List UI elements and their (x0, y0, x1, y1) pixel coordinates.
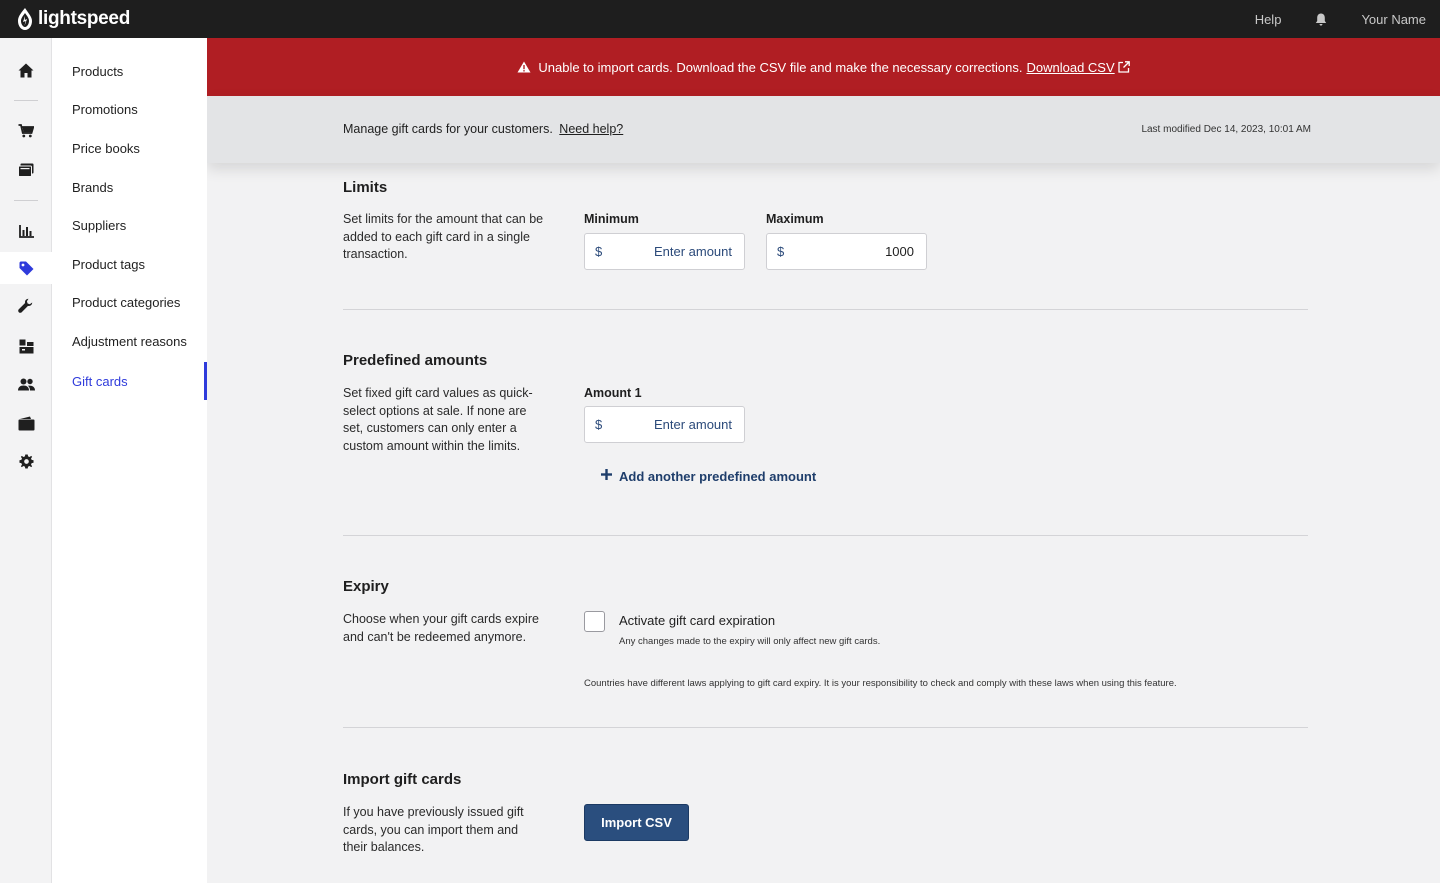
register-icon[interactable] (0, 154, 52, 186)
wallet-icon[interactable] (0, 407, 52, 439)
expiry-description: Choose when your gift cards expire and c… (343, 612, 539, 644)
manage-text: Manage gift cards for your customers. (343, 122, 553, 136)
wrench-icon[interactable] (0, 290, 52, 322)
minimum-input[interactable]: $ Enter amount (584, 233, 745, 270)
brand-name: lightspeed (38, 8, 131, 29)
subnav-item-brands[interactable]: Brands (52, 170, 207, 204)
top-bar: lightspeed Help Your Name (0, 0, 1440, 38)
subnav-item-price-books[interactable]: Price books (52, 131, 207, 165)
import-description: If you have previously issued gift cards… (343, 805, 524, 854)
main-content: Unable to import cards. Download the CSV… (207, 38, 1440, 883)
limits-title: Limits (343, 179, 388, 196)
maximum-input[interactable]: $ 1000 (766, 233, 927, 270)
subnav-item-product-tags[interactable]: Product tags (52, 247, 207, 281)
external-link-icon[interactable] (1117, 61, 1130, 73)
currency-symbol: $ (595, 244, 603, 259)
expiry-title: Expiry (343, 578, 389, 595)
products-subnav: Products Promotions Price books Brands S… (52, 38, 207, 883)
help-link[interactable]: Help (1255, 12, 1282, 27)
last-modified: Last modified Dec 14, 2023, 10:01 AM (1141, 124, 1311, 135)
customers-icon[interactable] (0, 368, 52, 400)
manage-text-row: Manage gift cards for your customers. Ne… (343, 122, 623, 136)
add-predefined-amount-label: Add another predefined amount (619, 468, 817, 484)
amount-1-placeholder: Enter amount (653, 417, 732, 432)
section-divider (343, 309, 1308, 310)
error-banner: Unable to import cards. Download the CSV… (207, 38, 1440, 96)
lightspeed-logo[interactable]: lightspeed (16, 7, 130, 31)
bell-icon[interactable] (1315, 13, 1327, 26)
inventory-icon[interactable] (0, 330, 52, 362)
cart-icon[interactable] (0, 115, 52, 147)
user-menu[interactable]: Your Name (1361, 12, 1426, 27)
tag-icon[interactable] (0, 252, 52, 284)
currency-symbol: $ (777, 244, 785, 259)
download-csv-link[interactable]: Download CSV (1026, 60, 1114, 75)
section-divider (343, 535, 1308, 536)
minimum-label: Minimum (584, 212, 639, 226)
expiration-note: Any changes made to the expiry will only… (619, 636, 881, 647)
rail-divider (14, 100, 38, 101)
currency-symbol: $ (595, 417, 603, 432)
reports-icon[interactable] (0, 215, 52, 247)
subnav-item-products[interactable]: Products (52, 54, 207, 88)
home-icon[interactable] (0, 54, 52, 86)
warning-icon (517, 61, 531, 73)
add-predefined-amount-button[interactable]: Add another predefined amount (601, 467, 816, 485)
flame-icon (18, 8, 32, 30)
need-help-link[interactable]: Need help? (559, 122, 623, 136)
rail-divider (14, 200, 38, 201)
info-bar: Manage gift cards for your customers. Ne… (207, 96, 1440, 163)
subnav-item-adjustment-reasons[interactable]: Adjustment reasons (52, 324, 207, 358)
section-divider (343, 727, 1308, 728)
banner-message: Unable to import cards. Download the CSV… (538, 59, 1023, 75)
amount-1-input[interactable]: $ Enter amount (584, 406, 745, 443)
plus-icon (601, 467, 612, 485)
icon-rail (0, 38, 52, 883)
expiration-checkbox[interactable] (584, 611, 605, 632)
settings-icon[interactable] (0, 445, 52, 477)
expiration-checkbox-label[interactable]: Activate gift card expiration (619, 613, 775, 628)
subnav-item-gift-cards[interactable]: Gift cards (52, 362, 207, 400)
minimum-placeholder: Enter amount (653, 244, 732, 259)
predefined-title: Predefined amounts (343, 352, 488, 369)
predefined-description: Set fixed gift card values as quick-sele… (343, 386, 533, 453)
subnav-item-suppliers[interactable]: Suppliers (52, 208, 207, 242)
limits-description: Set limits for the amount that can be ad… (343, 212, 544, 261)
subnav-item-product-categories[interactable]: Product categories (52, 285, 207, 319)
expiry-legal-notice: Countries have different laws applying t… (584, 678, 1177, 689)
maximum-label: Maximum (766, 212, 824, 226)
import-title: Import gift cards (343, 771, 462, 788)
import-csv-button[interactable]: Import CSV (584, 804, 689, 841)
amount-1-label: Amount 1 (584, 386, 642, 400)
subnav-item-promotions[interactable]: Promotions (52, 92, 207, 126)
maximum-value: 1000 (885, 244, 914, 259)
